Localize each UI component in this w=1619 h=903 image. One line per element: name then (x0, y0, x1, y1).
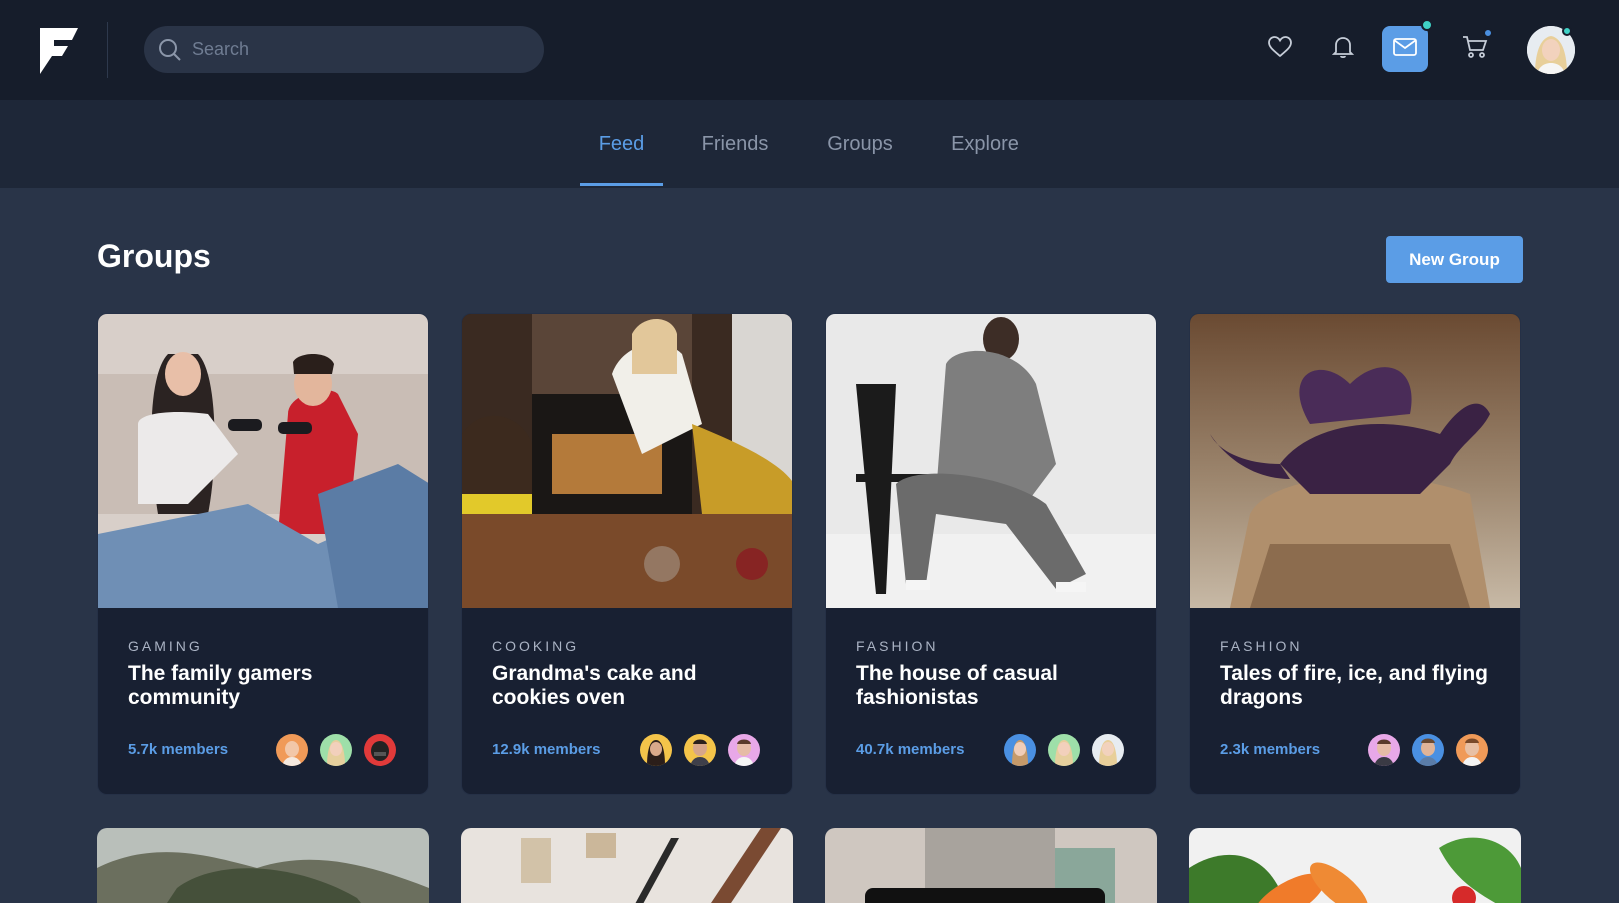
group-card-image[interactable] (97, 828, 429, 903)
group-image-fashion[interactable] (826, 314, 1156, 608)
favorites-button[interactable] (1257, 26, 1303, 72)
search-input[interactable] (192, 26, 532, 73)
group-image-dragons[interactable] (1190, 314, 1520, 608)
page-title: Groups (97, 238, 211, 274)
search-bar[interactable] (144, 26, 544, 73)
messages-notification-dot (1421, 19, 1433, 31)
topbar-divider (107, 22, 108, 78)
member-avatar[interactable] (362, 732, 398, 768)
group-category: FASHION (1220, 638, 1303, 654)
group-members-count[interactable]: 2.3k members (1220, 741, 1320, 758)
group-card-image[interactable] (461, 828, 793, 903)
group-category: FASHION (856, 638, 939, 654)
group-name[interactable]: The house of casual fashionistas (856, 662, 1136, 710)
group-card-image[interactable] (1189, 828, 1521, 903)
member-avatar[interactable] (318, 732, 354, 768)
cart-notification-dot (1483, 28, 1493, 38)
new-group-button[interactable]: New Group (1386, 236, 1523, 283)
tab-feed[interactable]: Feed (580, 100, 663, 188)
group-members-count[interactable]: 5.7k members (128, 741, 228, 758)
group-card[interactable]: GAMING The family gamers community 5.7k … (97, 313, 429, 795)
member-avatar[interactable] (1046, 732, 1082, 768)
group-members-count[interactable]: 40.7k members (856, 741, 964, 758)
search-icon (158, 38, 182, 62)
main-nav (0, 100, 1619, 188)
member-avatar[interactable] (1410, 732, 1446, 768)
member-avatar[interactable] (726, 732, 762, 768)
notifications-button[interactable] (1320, 26, 1366, 72)
group-name[interactable]: Tales of fire, ice, and flying dragons (1220, 662, 1500, 710)
heart-icon (1268, 35, 1292, 63)
group-image-gaming[interactable] (98, 314, 428, 608)
member-avatar[interactable] (1090, 732, 1126, 768)
group-category: GAMING (128, 638, 203, 654)
member-avatar[interactable] (1454, 732, 1490, 768)
group-image-cooking[interactable] (462, 314, 792, 608)
member-avatar[interactable] (1366, 732, 1402, 768)
messages-button[interactable] (1382, 26, 1428, 72)
app-logo[interactable] (38, 26, 80, 76)
group-card[interactable]: FASHION The house of casual fashionistas… (825, 313, 1157, 795)
bell-icon (1331, 35, 1355, 64)
group-category: COOKING (492, 638, 580, 654)
group-name[interactable]: The family gamers community (128, 662, 408, 710)
online-status-dot (1562, 26, 1572, 36)
member-avatar[interactable] (1002, 732, 1038, 768)
tab-friends[interactable]: Friends (695, 100, 775, 188)
cart-icon (1462, 35, 1488, 64)
group-card[interactable]: COOKING Grandma's cake and cookies oven … (461, 313, 793, 795)
mail-icon (1393, 37, 1417, 61)
group-card[interactable]: FASHION Tales of fire, ice, and flying d… (1189, 313, 1521, 795)
tab-groups[interactable]: Groups (820, 100, 900, 188)
group-card-image[interactable] (825, 828, 1157, 903)
group-members-count[interactable]: 12.9k members (492, 741, 600, 758)
group-name[interactable]: Grandma's cake and cookies oven (492, 662, 772, 710)
member-avatar[interactable] (682, 732, 718, 768)
tab-explore[interactable]: Explore (945, 100, 1025, 188)
member-avatar[interactable] (274, 732, 310, 768)
active-tab-indicator (580, 183, 663, 186)
member-avatar[interactable] (638, 732, 674, 768)
